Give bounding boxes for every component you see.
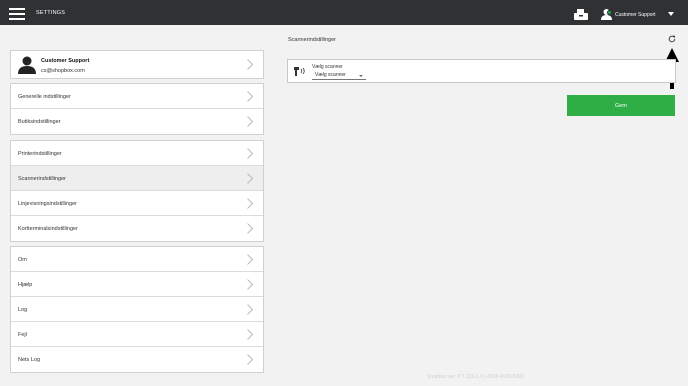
menu-item-line-display[interactable]: Linjevisningsindstillinger: [11, 191, 263, 216]
chevron-right-icon: [247, 91, 253, 102]
chevron-right-icon: [247, 304, 253, 315]
menu-item-label: Printerindstillinger: [18, 151, 62, 157]
menu-item-card-terminal[interactable]: Kortterminalsindstillinger: [11, 216, 263, 241]
menu-item-label: Om: [18, 257, 27, 263]
menu-item-label: Hjælp: [18, 282, 33, 288]
info-settings-group: Om Hjælp Log Fejl Nets Log: [10, 246, 264, 373]
profile-email: cs@shopbox.com: [41, 68, 85, 74]
avatar: [18, 56, 36, 74]
menu-item-printer[interactable]: Printerindstillinger: [11, 141, 263, 166]
scanner-select-caption: Vælg scanner: [312, 64, 343, 70]
online-status-dot: [607, 10, 612, 15]
chevron-right-icon: [247, 279, 253, 290]
version-text: Shopbox ver. P 1.226.1.0 | 4526-4929-599…: [427, 374, 524, 380]
page-title: SETTINGS: [36, 10, 66, 16]
general-settings-group: Generelle indstillinger Butiksindstillin…: [10, 83, 264, 135]
chevron-right-icon: [247, 148, 253, 159]
user-name[interactable]: Customer Support: [615, 12, 656, 18]
profile-card: Customer Support cs@shopbox.com: [10, 50, 264, 79]
cash-drawer-icon[interactable]: [574, 9, 588, 20]
save-button[interactable]: Gem: [567, 95, 675, 116]
hardware-settings-group: Printerindstillinger Scannerindstillinge…: [10, 140, 264, 242]
chevron-right-icon: [247, 198, 253, 209]
menu-item-error[interactable]: Fejl: [11, 322, 263, 347]
hamburger-icon[interactable]: [9, 8, 25, 20]
menu-item-label: Linjevisningsindstillinger: [18, 201, 78, 207]
menu-item-label: Kortterminalsindstillinger: [18, 226, 78, 232]
scanner-select-card: Vælg scanner Vælg scanner: [287, 59, 676, 83]
chevron-right-icon: [247, 329, 253, 340]
top-bar: SETTINGS Customer Support: [0, 0, 688, 25]
menu-item-about[interactable]: Om: [11, 247, 263, 272]
chevron-right-icon: [247, 116, 253, 127]
chevron-down-icon: [359, 75, 363, 77]
profile-name: Customer Support: [41, 58, 90, 64]
menu-item-label: Butiksindstillinger: [18, 119, 61, 125]
menu-item-nets-log[interactable]: Nets Log: [11, 347, 263, 372]
menu-item-log[interactable]: Log: [11, 297, 263, 322]
menu-item-scanner[interactable]: Scannerindstillinger: [11, 166, 263, 191]
chevron-right-icon: [247, 254, 253, 265]
menu-item-store[interactable]: Butiksindstillinger: [11, 109, 263, 134]
menu-item-label: Generelle indstillinger: [18, 94, 71, 100]
menu-item-label: Fejl: [18, 332, 27, 338]
chevron-right-icon: [247, 173, 253, 184]
panel-title: Scannerindstillinger: [288, 37, 336, 43]
menu-item-general[interactable]: Generelle indstillinger: [11, 84, 263, 109]
chevron-right-icon: [247, 59, 253, 70]
scanner-select[interactable]: Vælg scanner: [312, 72, 366, 80]
chevron-right-icon: [247, 354, 253, 365]
menu-item-label: Nets Log: [18, 357, 41, 363]
menu-item-help[interactable]: Hjælp: [11, 272, 263, 297]
refresh-icon[interactable]: [668, 35, 676, 43]
chevron-right-icon: [247, 223, 253, 234]
barcode-scanner-icon: [294, 67, 305, 76]
scanner-select-value: Vælg scanner: [315, 72, 346, 78]
menu-item-label: Log: [18, 307, 28, 313]
chevron-down-icon[interactable]: [668, 12, 674, 16]
menu-item-label: Scannerindstillinger: [18, 176, 66, 182]
profile-row[interactable]: Customer Support cs@shopbox.com: [11, 51, 263, 78]
